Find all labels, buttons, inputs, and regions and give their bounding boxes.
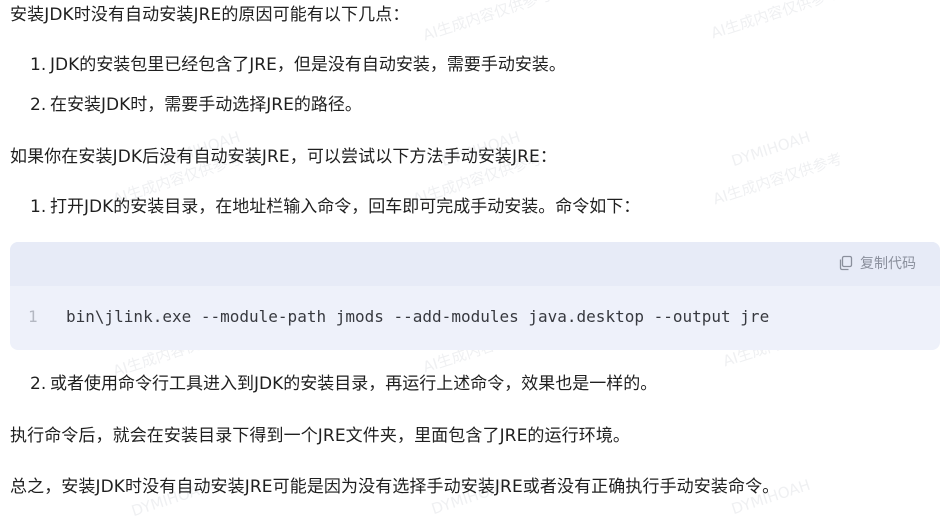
copy-icon — [839, 255, 853, 271]
result-paragraph: 执行命令后，就会在安装目录下得到一个JRE文件夹，里面包含了JRE的运行环境。 — [10, 426, 631, 446]
code-block: 复制代码 1 bin\jlink.exe --module-path jmods… — [10, 242, 940, 350]
code-line: 1 bin\jlink.exe --module-path jmods --ad… — [10, 306, 940, 328]
intro-paragraph: 安装JDK时没有自动安装JRE的原因可能有以下几点： — [10, 5, 410, 25]
reason-item-1: 1. JDK的安装包里已经包含了JRE，但是没有自动安装，需要手动安装。 — [30, 53, 566, 77]
list-number: 1. — [30, 55, 47, 75]
code-text[interactable]: bin\jlink.exe --module-path jmods --add-… — [66, 306, 769, 328]
list-number: 1. — [30, 197, 47, 217]
copy-code-button[interactable]: 复制代码 — [838, 254, 916, 274]
summary-paragraph: 总之，安装JDK时没有自动安装JRE可能是因为没有选择手动安装JRE或者没有正确… — [10, 477, 780, 497]
list-item-text: 打开JDK的安装目录，在地址栏输入命令，回车即可完成手动安装。命令如下： — [50, 197, 641, 217]
step-item-2: 2. 或者使用命令行工具进入到JDK的安装目录，再运行上述命令，效果也是一样的。 — [30, 372, 657, 396]
list-item-text: 在安装JDK时，需要手动选择JRE的路径。 — [50, 95, 362, 115]
line-number: 1 — [28, 307, 38, 326]
code-block-header: 复制代码 — [10, 242, 940, 286]
solution-intro-paragraph: 如果你在安装JDK后没有自动安装JRE，可以尝试以下方法手动安装JRE： — [10, 147, 557, 167]
reason-item-2: 2. 在安装JDK时，需要手动选择JRE的路径。 — [30, 93, 362, 117]
list-number: 2. — [30, 374, 47, 394]
watermark-text: AI生成内容仅供参考 — [420, 0, 555, 45]
list-item-text: JDK的安装包里已经包含了JRE，但是没有自动安装，需要手动安装。 — [50, 55, 566, 75]
list-number: 2. — [30, 95, 47, 115]
watermark-text: DYMIHOAH — [729, 127, 813, 171]
watermark-text: AI生成内容仅供参考 — [708, 0, 843, 43]
watermark-text: AI生成内容仅供参考 — [710, 149, 845, 209]
step-item-1: 1. 打开JDK的安装目录，在地址栏输入命令，回车即可完成手动安装。命令如下： — [30, 195, 640, 219]
list-item-text: 或者使用命令行工具进入到JDK的安装目录，再运行上述命令，效果也是一样的。 — [50, 374, 658, 394]
copy-code-label: 复制代码 — [860, 256, 916, 272]
